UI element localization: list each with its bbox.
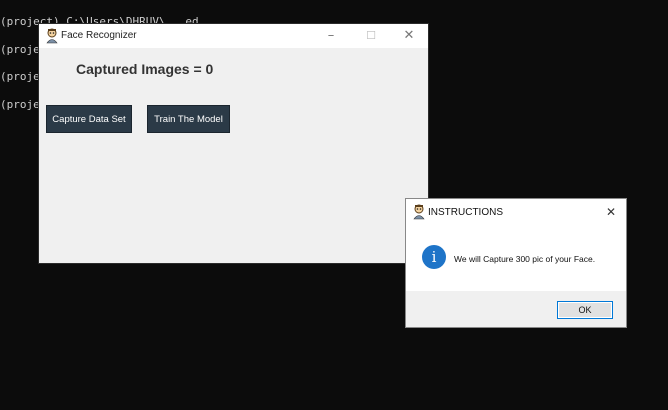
dialog-close-button[interactable]: ✕ (602, 203, 620, 221)
minimize-button[interactable]: – (316, 26, 346, 46)
maximize-button[interactable]: ☐ (356, 26, 386, 46)
dialog-message: We will Capture 300 pic of your Face. (454, 254, 596, 264)
face-recognizer-window: Face Recognizer – ☐ ✕ Captured Images = … (39, 24, 428, 263)
captured-images-label: Captured Images = 0 (76, 61, 214, 77)
close-button[interactable]: ✕ (394, 26, 424, 46)
capture-data-set-button[interactable]: Capture Data Set (46, 105, 132, 133)
window-title: Face Recognizer (61, 30, 137, 41)
dialog-title: INSTRUCTIONS (428, 207, 503, 218)
dialog-titlebar[interactable]: INSTRUCTIONS ✕ (406, 199, 626, 225)
train-model-button[interactable]: Train The Model (147, 105, 230, 133)
info-icon: i (422, 245, 446, 269)
face-recognizer-app-icon (45, 28, 59, 44)
face-recognizer-app-icon (412, 204, 426, 220)
ok-button[interactable]: OK (557, 301, 613, 319)
instructions-dialog: INSTRUCTIONS ✕ i We will Capture 300 pic… (406, 199, 626, 327)
dialog-footer: OK (406, 291, 626, 327)
window-titlebar[interactable]: Face Recognizer – ☐ ✕ (39, 24, 428, 48)
